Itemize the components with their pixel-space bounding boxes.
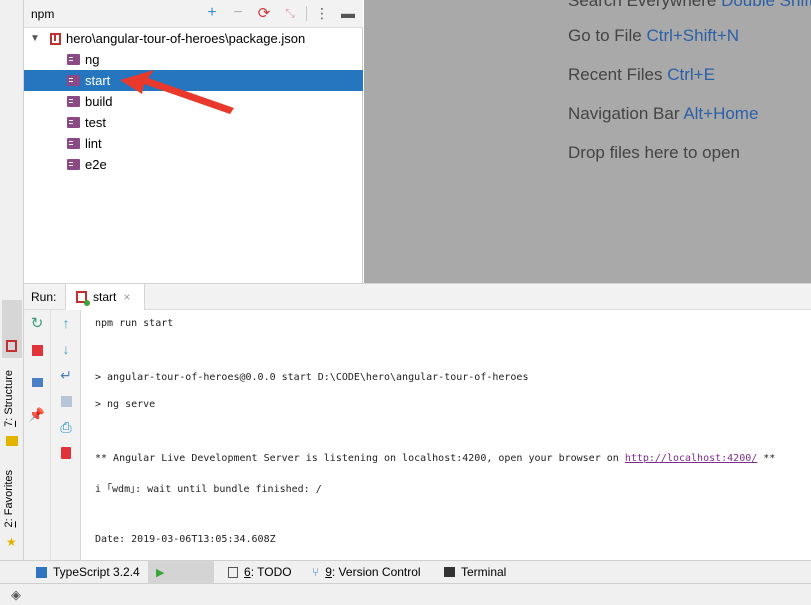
todo-tool-button[interactable]: 6: TODO bbox=[228, 565, 292, 579]
script-label: e2e bbox=[85, 157, 107, 172]
script-icon bbox=[67, 75, 80, 86]
branch-icon: ⑂ bbox=[312, 565, 320, 579]
scroll-to-end-icon[interactable] bbox=[56, 391, 76, 411]
run-tool-button[interactable]: ▶ 4: Run bbox=[148, 561, 214, 583]
editor-empty-area: Search Everywhere Double Shift Go to Fil… bbox=[364, 0, 811, 283]
npm-panel-header: npm + − ⟳ ⤡ ⋮ ▬ bbox=[24, 0, 363, 28]
trash-icon[interactable] bbox=[56, 443, 76, 463]
print-icon[interactable]: ⎙ bbox=[56, 417, 76, 437]
hint-drop-files: Drop files here to open bbox=[568, 143, 740, 162]
tool-window-bar: TypeScript 3.2.4 ▶ 4: Run 6: TODO ⑂ 9: V… bbox=[0, 560, 811, 583]
status-bar: ◈ bbox=[0, 583, 811, 605]
script-label: test bbox=[85, 115, 106, 130]
console-output[interactable]: npm run start > angular-tour-of-heroes@0… bbox=[81, 310, 811, 560]
pin-icon[interactable]: 📌 bbox=[27, 404, 47, 424]
close-icon[interactable]: × bbox=[123, 290, 130, 304]
typescript-label: TypeScript 3.2.4 bbox=[53, 565, 140, 579]
run-tab-label: start bbox=[93, 290, 117, 304]
collapse-icon[interactable]: ⤡ bbox=[280, 3, 300, 23]
remove-icon[interactable]: − bbox=[228, 3, 248, 23]
hint-navigation-bar: Navigation Bar Alt+Home bbox=[568, 104, 759, 123]
todo-icon bbox=[228, 566, 238, 578]
console-line: > ng serve bbox=[95, 399, 156, 410]
script-icon bbox=[67, 96, 80, 107]
script-label: lint bbox=[85, 136, 102, 151]
rerun-icon[interactable]: ↻ bbox=[27, 313, 47, 333]
run-panel-header: Run: start × bbox=[24, 283, 811, 310]
typescript-tool-button[interactable]: TypeScript 3.2.4 bbox=[36, 565, 140, 579]
npm-run-icon bbox=[76, 291, 90, 306]
header-divider bbox=[306, 6, 307, 21]
package-json-label: hero\angular-tour-of-heroes\package.json bbox=[66, 31, 306, 46]
chevron-down-icon[interactable]: ▼ bbox=[30, 33, 42, 44]
script-item-lint[interactable]: lint bbox=[24, 133, 363, 154]
stop-icon[interactable] bbox=[27, 340, 47, 360]
run-toolbar-primary: ↻ 📌 bbox=[24, 310, 51, 560]
structure-icon bbox=[6, 436, 18, 446]
soft-wrap-icon[interactable]: ↵ bbox=[56, 365, 76, 385]
script-icon bbox=[67, 138, 80, 149]
run-label: Run: bbox=[31, 290, 57, 304]
script-label: build bbox=[85, 94, 113, 109]
script-item-e2e[interactable]: e2e bbox=[24, 154, 363, 175]
script-item-build[interactable]: build bbox=[24, 91, 363, 112]
npm-panel-title: npm bbox=[31, 7, 55, 21]
console-line: i ｢wdm｣: wait until bundle finished: / bbox=[95, 484, 322, 495]
run-tab-start[interactable]: start × bbox=[65, 284, 145, 310]
layout-icon[interactable] bbox=[27, 372, 47, 392]
terminal-tool-button[interactable]: Terminal bbox=[444, 565, 506, 579]
run-tool-label: 4: Run bbox=[170, 565, 206, 579]
console-line: Date: 2019-03-06T13:05:34.608Z bbox=[95, 534, 276, 545]
script-item-test[interactable]: test bbox=[24, 112, 363, 133]
npm-panel: npm + − ⟳ ⤡ ⋮ ▬ ▼ hero\angular-tour-of-h… bbox=[24, 0, 363, 283]
console-text: ** Angular Live Development Server is li… bbox=[95, 453, 625, 464]
left-tool-strip: 7: Structure ★ 2: Favorites bbox=[0, 0, 24, 583]
add-icon[interactable]: + bbox=[202, 3, 222, 23]
console-line: npm run start bbox=[95, 318, 174, 329]
hide-panel-icon[interactable]: ▬ bbox=[338, 3, 358, 23]
script-item-ng[interactable]: ng bbox=[24, 49, 363, 70]
script-item-start[interactable]: start bbox=[24, 70, 363, 91]
run-toolbar-secondary: ↑ ↓ ↵ ⎙ bbox=[51, 310, 81, 560]
script-icon bbox=[67, 117, 80, 128]
console-line-server: ** Angular Live Development Server is li… bbox=[95, 453, 775, 464]
reload-icon[interactable]: ⟳ bbox=[254, 3, 274, 23]
console-line: > angular-tour-of-heroes@0.0.0 start D:\… bbox=[95, 372, 529, 383]
package-json-node[interactable]: ▼ hero\angular-tour-of-heroes\package.js… bbox=[24, 28, 363, 49]
script-icon bbox=[67, 159, 80, 170]
ide-window: 7: Structure ★ 2: Favorites npm + − ⟳ ⤡ … bbox=[0, 0, 811, 605]
arrow-up-icon[interactable]: ↑ bbox=[56, 313, 76, 333]
console-text: ** bbox=[757, 453, 776, 464]
terminal-icon bbox=[444, 567, 455, 577]
hint-recent-files: Recent Files Ctrl+E bbox=[568, 65, 715, 84]
structure-tool-button[interactable]: 7: Structure bbox=[3, 370, 15, 427]
script-label: start bbox=[85, 73, 111, 88]
layers-icon[interactable]: ◈ bbox=[11, 587, 21, 603]
favorites-tool-button[interactable]: 2: Favorites bbox=[3, 470, 15, 527]
npm-package-icon bbox=[50, 32, 61, 45]
terminal-label: Terminal bbox=[461, 565, 507, 579]
hint-go-to-file: Go to File Ctrl+Shift+N bbox=[568, 26, 740, 45]
script-icon bbox=[67, 54, 80, 65]
npm-tool-button[interactable] bbox=[2, 300, 22, 358]
hint-search-everywhere: Search Everywhere Double Shift bbox=[568, 0, 811, 10]
version-control-tool-button[interactable]: ⑂ 9: Version Control bbox=[312, 565, 421, 579]
run-icon: ▶ bbox=[156, 566, 165, 579]
npm-icon bbox=[6, 340, 17, 352]
arrow-down-icon[interactable]: ↓ bbox=[56, 339, 76, 359]
localhost-link[interactable]: http://localhost:4200/ bbox=[625, 453, 757, 464]
typescript-icon bbox=[36, 566, 47, 578]
more-options-icon[interactable]: ⋮ bbox=[312, 3, 332, 23]
favorites-star-icon: ★ bbox=[6, 535, 17, 549]
script-label: ng bbox=[85, 52, 100, 67]
